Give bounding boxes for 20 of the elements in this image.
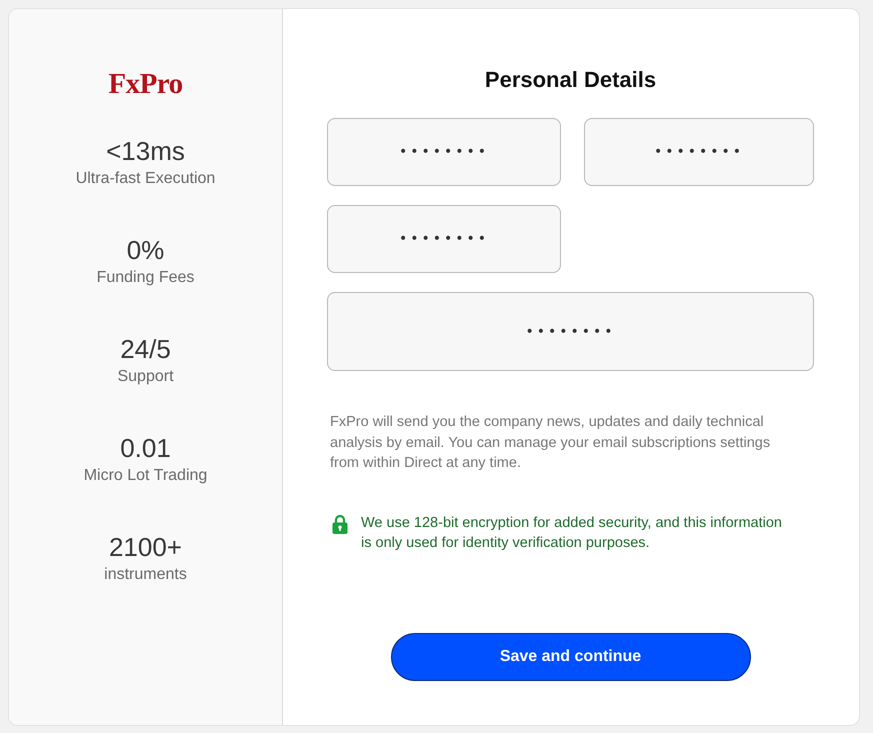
- save-button[interactable]: Save and continue: [390, 632, 750, 680]
- stat-label: Support: [117, 367, 174, 387]
- input-field[interactable]: ••••••••: [327, 292, 814, 371]
- stat-label: instruments: [104, 565, 187, 585]
- logo: FxPro: [108, 68, 183, 100]
- stat-label: Ultra-fast Execution: [76, 169, 216, 189]
- security-note-text: We use 128-bit encryption for added security, and this information is only used for identity verification purposes.: [361, 514, 783, 552]
- email-notice-text: FxPro will send you the company news, updates and daily technical analysis by email. You can manage your email subscriptions settings from within Direct at any time.: [330, 413, 772, 473]
- form-title: Personal Details: [484, 66, 658, 94]
- stat-value: <13ms: [106, 136, 185, 166]
- input-field[interactable]: ••••••••: [327, 205, 561, 273]
- input-field[interactable]: ••••••••: [584, 118, 814, 186]
- lock-icon: [332, 514, 348, 534]
- stat-value: 2100+: [108, 532, 182, 562]
- stat-value: 0.01: [120, 433, 171, 463]
- stat-value: 24/5: [120, 334, 171, 364]
- stat-label: Micro Lot Trading: [84, 466, 208, 486]
- stat-label: Funding Fees: [96, 268, 194, 288]
- stat-value: 0%: [126, 235, 164, 265]
- input-field[interactable]: ••••••••: [327, 118, 561, 186]
